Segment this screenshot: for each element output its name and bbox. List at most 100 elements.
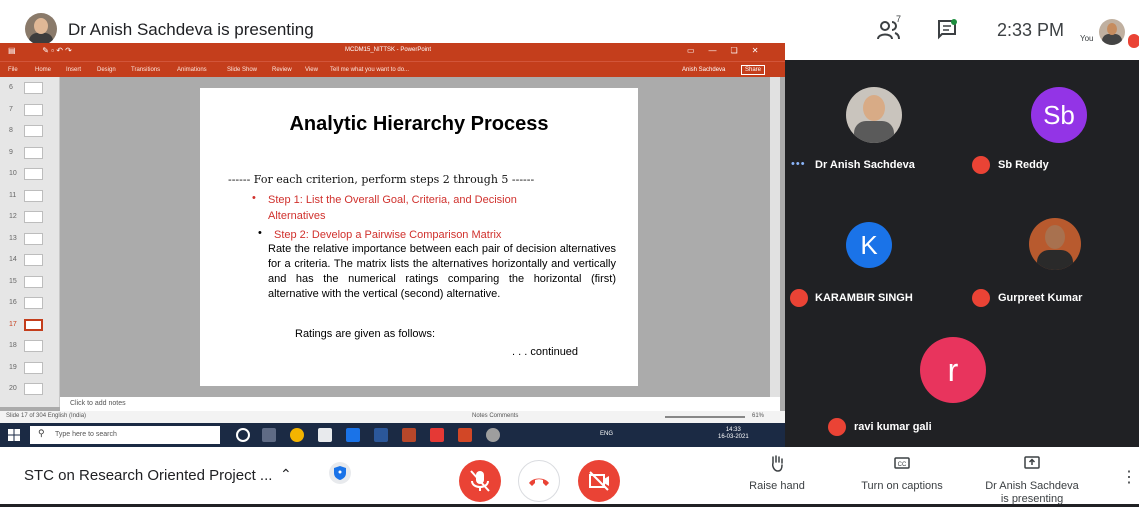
self-label: You xyxy=(1080,34,1094,43)
presenting-status-line2: is presenting xyxy=(1000,493,1064,505)
participant-photo xyxy=(1029,218,1081,270)
ribbon-tab-home[interactable]: Home xyxy=(35,67,51,73)
ribbon-tab-view[interactable]: View xyxy=(305,67,318,73)
slide-thumbnail-image xyxy=(24,125,43,137)
leave-call-button[interactable] xyxy=(518,460,560,502)
ribbon-tab-design[interactable]: Design xyxy=(97,67,116,73)
shared-screen: ▤ ✎ ▫ ↶ ↷ MCDM15_NITTSK - PowerPoint ▭—❏… xyxy=(0,43,785,447)
notes-placeholder: Click to add notes xyxy=(70,400,126,407)
raise-hand-button[interactable]: Raise hand xyxy=(742,453,812,493)
present-icon xyxy=(1024,456,1040,469)
ribbon-tab-animations[interactable]: Animations xyxy=(177,67,207,73)
clock: 2:33 PM xyxy=(997,20,1065,40)
people-count: 7 xyxy=(896,14,902,24)
slide-thumbnail-image xyxy=(24,82,43,94)
slide-thumbnail[interactable]: 18 xyxy=(0,338,60,356)
bullet-dot-icon: • xyxy=(252,192,256,204)
step2-line: Step 2: Develop a Pairwise Comparison Ma… xyxy=(274,229,502,241)
slide-thumbnail[interactable]: 8 xyxy=(0,123,60,141)
captions-button[interactable]: CC Turn on captions xyxy=(852,453,952,493)
slide-thumbnail[interactable]: 20 xyxy=(0,381,60,399)
participant-tile[interactable]: Gurpreet Kumar xyxy=(962,185,1139,310)
window-controls[interactable]: ▭—❏✕ xyxy=(687,46,772,55)
slide-thumbnail[interactable]: 9 xyxy=(0,145,60,163)
ppt-status-bar: Slide 17 of 304 English (India) Notes Co… xyxy=(0,411,785,423)
slide-thumbnail[interactable]: 17 xyxy=(0,317,60,335)
slide-thumbnail-number: 14 xyxy=(9,256,17,263)
participant-name: Gurpreet Kumar xyxy=(998,292,1083,304)
svg-text:CC: CC xyxy=(898,462,907,468)
slide-thumbnail-number: 13 xyxy=(9,234,17,242)
powerpoint-icon[interactable] xyxy=(402,428,416,442)
taskbar-search-box[interactable]: ⚲ Type here to search xyxy=(30,426,220,444)
pdf-icon[interactable] xyxy=(430,428,444,442)
slide-subhead: ------ For each criterion, perform steps… xyxy=(228,173,535,186)
slide-thumbnail-number: 10 xyxy=(9,170,17,177)
ppt-share-button[interactable]: Share xyxy=(741,65,766,75)
shield-icon[interactable] xyxy=(329,462,351,484)
zoom-slider[interactable] xyxy=(665,416,745,418)
ppt-user-name: Anish Sachdeva xyxy=(682,67,726,73)
slide-thumbnail-number: 19 xyxy=(9,363,17,371)
tell-me-search[interactable]: Tell me what you want to do... xyxy=(330,67,409,73)
zoom-level[interactable]: 61% xyxy=(752,413,764,419)
participant-tile[interactable]: K KARAMBIR SINGH xyxy=(785,185,962,310)
slide-thumbnail[interactable]: 11 xyxy=(0,188,60,206)
task-view-icon[interactable] xyxy=(262,428,276,442)
self-view-tile[interactable]: You xyxy=(1072,10,1139,52)
taskbar-search-placeholder: Type here to search xyxy=(55,431,117,438)
word-icon[interactable] xyxy=(374,428,388,442)
slide-thumbnail[interactable]: 7 xyxy=(0,102,60,120)
slide-thumbnail-image xyxy=(24,211,43,223)
mic-off-icon xyxy=(828,418,846,436)
slide-thumbnail[interactable]: 13 xyxy=(0,231,60,249)
ribbon-tab-insert[interactable]: Insert xyxy=(66,67,81,73)
slide-thumbnail[interactable]: 14 xyxy=(0,252,60,270)
meeting-title[interactable]: STC on Research Oriented Project ... xyxy=(24,467,272,484)
taskbar-clock[interactable]: 14:33 16-03-2021 xyxy=(718,427,749,441)
system-tray[interactable]: ENG xyxy=(600,431,613,437)
self-mic-off-icon xyxy=(1128,34,1139,48)
slide-thumbnail[interactable]: 19 xyxy=(0,360,60,378)
ribbon-tab-file[interactable]: File xyxy=(8,67,18,73)
ribbon-tab-review[interactable]: Review xyxy=(272,67,292,73)
slide-thumbnail[interactable]: 12 xyxy=(0,209,60,227)
slide-thumbnail-image xyxy=(24,275,43,288)
ribbon-tab-slideshow[interactable]: Slide Show xyxy=(227,67,257,73)
store-icon[interactable] xyxy=(318,428,332,442)
windows-start-icon[interactable] xyxy=(8,429,20,441)
notes-area[interactable]: Click to add notes xyxy=(60,397,780,411)
slide-thumbnail-number: 11 xyxy=(9,191,17,199)
mic-off-button[interactable] xyxy=(459,460,501,502)
mic-off-icon xyxy=(790,289,808,307)
slide-thumbnail[interactable]: 15 xyxy=(0,274,60,292)
slide-thumbnail-number: 8 xyxy=(9,127,13,134)
quick-access-toolbar[interactable]: ▤ ✎ ▫ ↶ ↷ xyxy=(8,46,72,55)
slide-thumbnail-image xyxy=(24,340,43,352)
slide-thumbnail[interactable]: 16 xyxy=(0,295,60,313)
participant-tile[interactable]: Sb Sb Reddy xyxy=(962,60,1139,185)
participant-tile[interactable]: ••• Dr Anish Sachdeva xyxy=(785,60,962,185)
mic-off-icon xyxy=(972,289,990,307)
camera-off-button[interactable] xyxy=(578,460,620,502)
more-options-icon[interactable]: ⋮ xyxy=(1121,467,1137,487)
slide-thumbnail-image xyxy=(24,383,43,395)
slide-thumbnail[interactable]: 6 xyxy=(0,80,60,98)
chevron-up-icon[interactable]: ⌃ xyxy=(280,466,292,483)
app-icon[interactable] xyxy=(346,428,360,442)
settings-icon[interactable] xyxy=(486,428,500,442)
powerpoint-active-icon[interactable] xyxy=(458,428,472,442)
status-notes-comments[interactable]: Notes Comments xyxy=(472,413,518,419)
chat-icon[interactable] xyxy=(936,18,958,40)
slide-thumbnail[interactable]: 10 xyxy=(0,166,60,184)
ribbon-tab-transitions[interactable]: Transitions xyxy=(131,67,160,73)
slide-thumbnail-pane: 6 7 8 9 10 11 12 13 14 15 16 17 18 19 20 xyxy=(0,77,60,407)
slide-thumbnail-number: 9 xyxy=(9,148,13,156)
slide-scrollbar[interactable] xyxy=(770,77,780,407)
slide-thumbnail-image xyxy=(24,103,43,116)
chrome-icon[interactable] xyxy=(290,428,304,442)
cortana-icon[interactable] xyxy=(236,428,250,442)
presenting-status-label: Dr Anish Sachdeva is presenting xyxy=(972,480,1092,506)
participant-tile[interactable]: r ravi kumar gali xyxy=(820,313,1100,447)
present-now-button[interactable]: Dr Anish Sachdeva is presenting xyxy=(972,453,1092,506)
